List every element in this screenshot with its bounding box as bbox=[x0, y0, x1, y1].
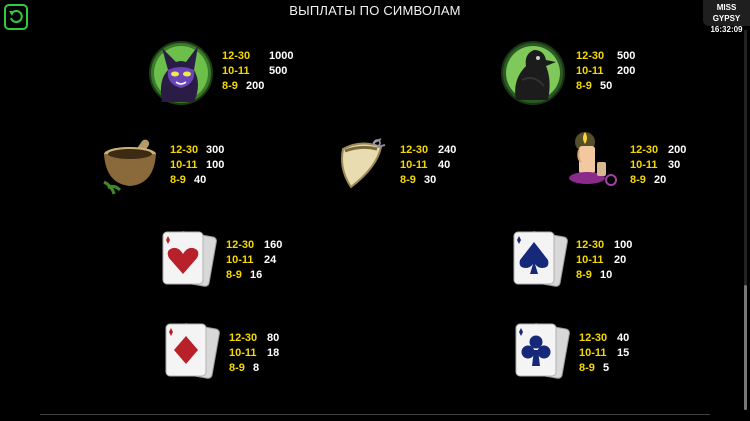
scrollbar-thumb[interactable] bbox=[744, 285, 747, 410]
payout-row: 12-30 500 bbox=[576, 50, 636, 62]
cat-icon bbox=[148, 40, 214, 111]
payout-row: 12-30 200 bbox=[630, 144, 687, 156]
payout-row: 8-9 8 bbox=[229, 362, 260, 374]
bottom-divider bbox=[40, 414, 710, 415]
payout-row: 10-11 30 bbox=[630, 159, 681, 171]
payout-row: 8-9 10 bbox=[576, 269, 613, 281]
payout-row: 12-30 1000 bbox=[222, 50, 294, 62]
payout-row: 12-30 40 bbox=[579, 332, 630, 344]
paytable-spades-card: 12-30 100 10-11 20 8-9 10 bbox=[576, 238, 632, 283]
payout-row: 8-9 16 bbox=[226, 269, 263, 281]
candle-icon bbox=[563, 128, 625, 197]
payout-row: 12-30 100 bbox=[576, 239, 633, 251]
diamonds-card-icon bbox=[160, 320, 220, 387]
payout-row: 12-30 160 bbox=[226, 239, 283, 251]
payout-row: 12-30 240 bbox=[400, 144, 457, 156]
spades-card-icon bbox=[508, 228, 568, 295]
payout-row: 8-9 200 bbox=[222, 80, 265, 92]
paytable-fang: 12-30 240 10-11 40 8-9 30 bbox=[400, 143, 456, 188]
payout-row: 10-11 500 bbox=[222, 65, 288, 77]
payout-row: 8-9 5 bbox=[579, 362, 610, 374]
paytable-candle: 12-30 200 10-11 30 8-9 20 bbox=[630, 143, 686, 188]
payout-row: 10-11 200 bbox=[576, 65, 636, 77]
paytable-clubs-card: 12-30 40 10-11 15 8-9 5 bbox=[579, 331, 629, 376]
payout-row: 10-11 24 bbox=[226, 254, 277, 266]
paytable-mortar: 12-30 300 10-11 100 8-9 40 bbox=[170, 143, 224, 188]
paytable-diamonds-card: 12-30 80 10-11 18 8-9 8 bbox=[229, 331, 279, 376]
payout-row: 10-11 18 bbox=[229, 347, 280, 359]
payout-row: 8-9 20 bbox=[630, 174, 667, 186]
payout-row: 10-11 40 bbox=[400, 159, 451, 171]
game-name: MISS GYPSY bbox=[712, 3, 741, 23]
paytable-cat: 12-30 1000 10-11 500 8-9 200 bbox=[222, 49, 293, 94]
payout-row: 8-9 50 bbox=[576, 80, 613, 92]
payout-row: 10-11 100 bbox=[170, 159, 225, 171]
payout-row: 8-9 40 bbox=[170, 174, 207, 186]
payout-row: 10-11 15 bbox=[579, 347, 630, 359]
payout-row: 8-9 30 bbox=[400, 174, 437, 186]
payout-row: 12-30 80 bbox=[229, 332, 280, 344]
fang-icon bbox=[333, 137, 389, 198]
payout-row: 10-11 20 bbox=[576, 254, 627, 266]
clock: 16:32:09 bbox=[710, 25, 743, 34]
mortar-icon bbox=[98, 132, 164, 203]
page-title: ВЫПЛАТЫ ПО СИМВОЛАМ bbox=[289, 3, 461, 18]
game-info-badge: MISS GYPSY 16:32:09 bbox=[703, 0, 750, 34]
hearts-card-icon bbox=[157, 228, 217, 295]
clubs-card-icon bbox=[510, 320, 570, 387]
paytable-hearts-card: 12-30 160 10-11 24 8-9 16 bbox=[226, 238, 282, 283]
paytable-raven: 12-30 500 10-11 200 8-9 50 bbox=[576, 49, 635, 94]
payout-row: 12-30 300 bbox=[170, 144, 225, 156]
raven-icon bbox=[500, 40, 566, 111]
